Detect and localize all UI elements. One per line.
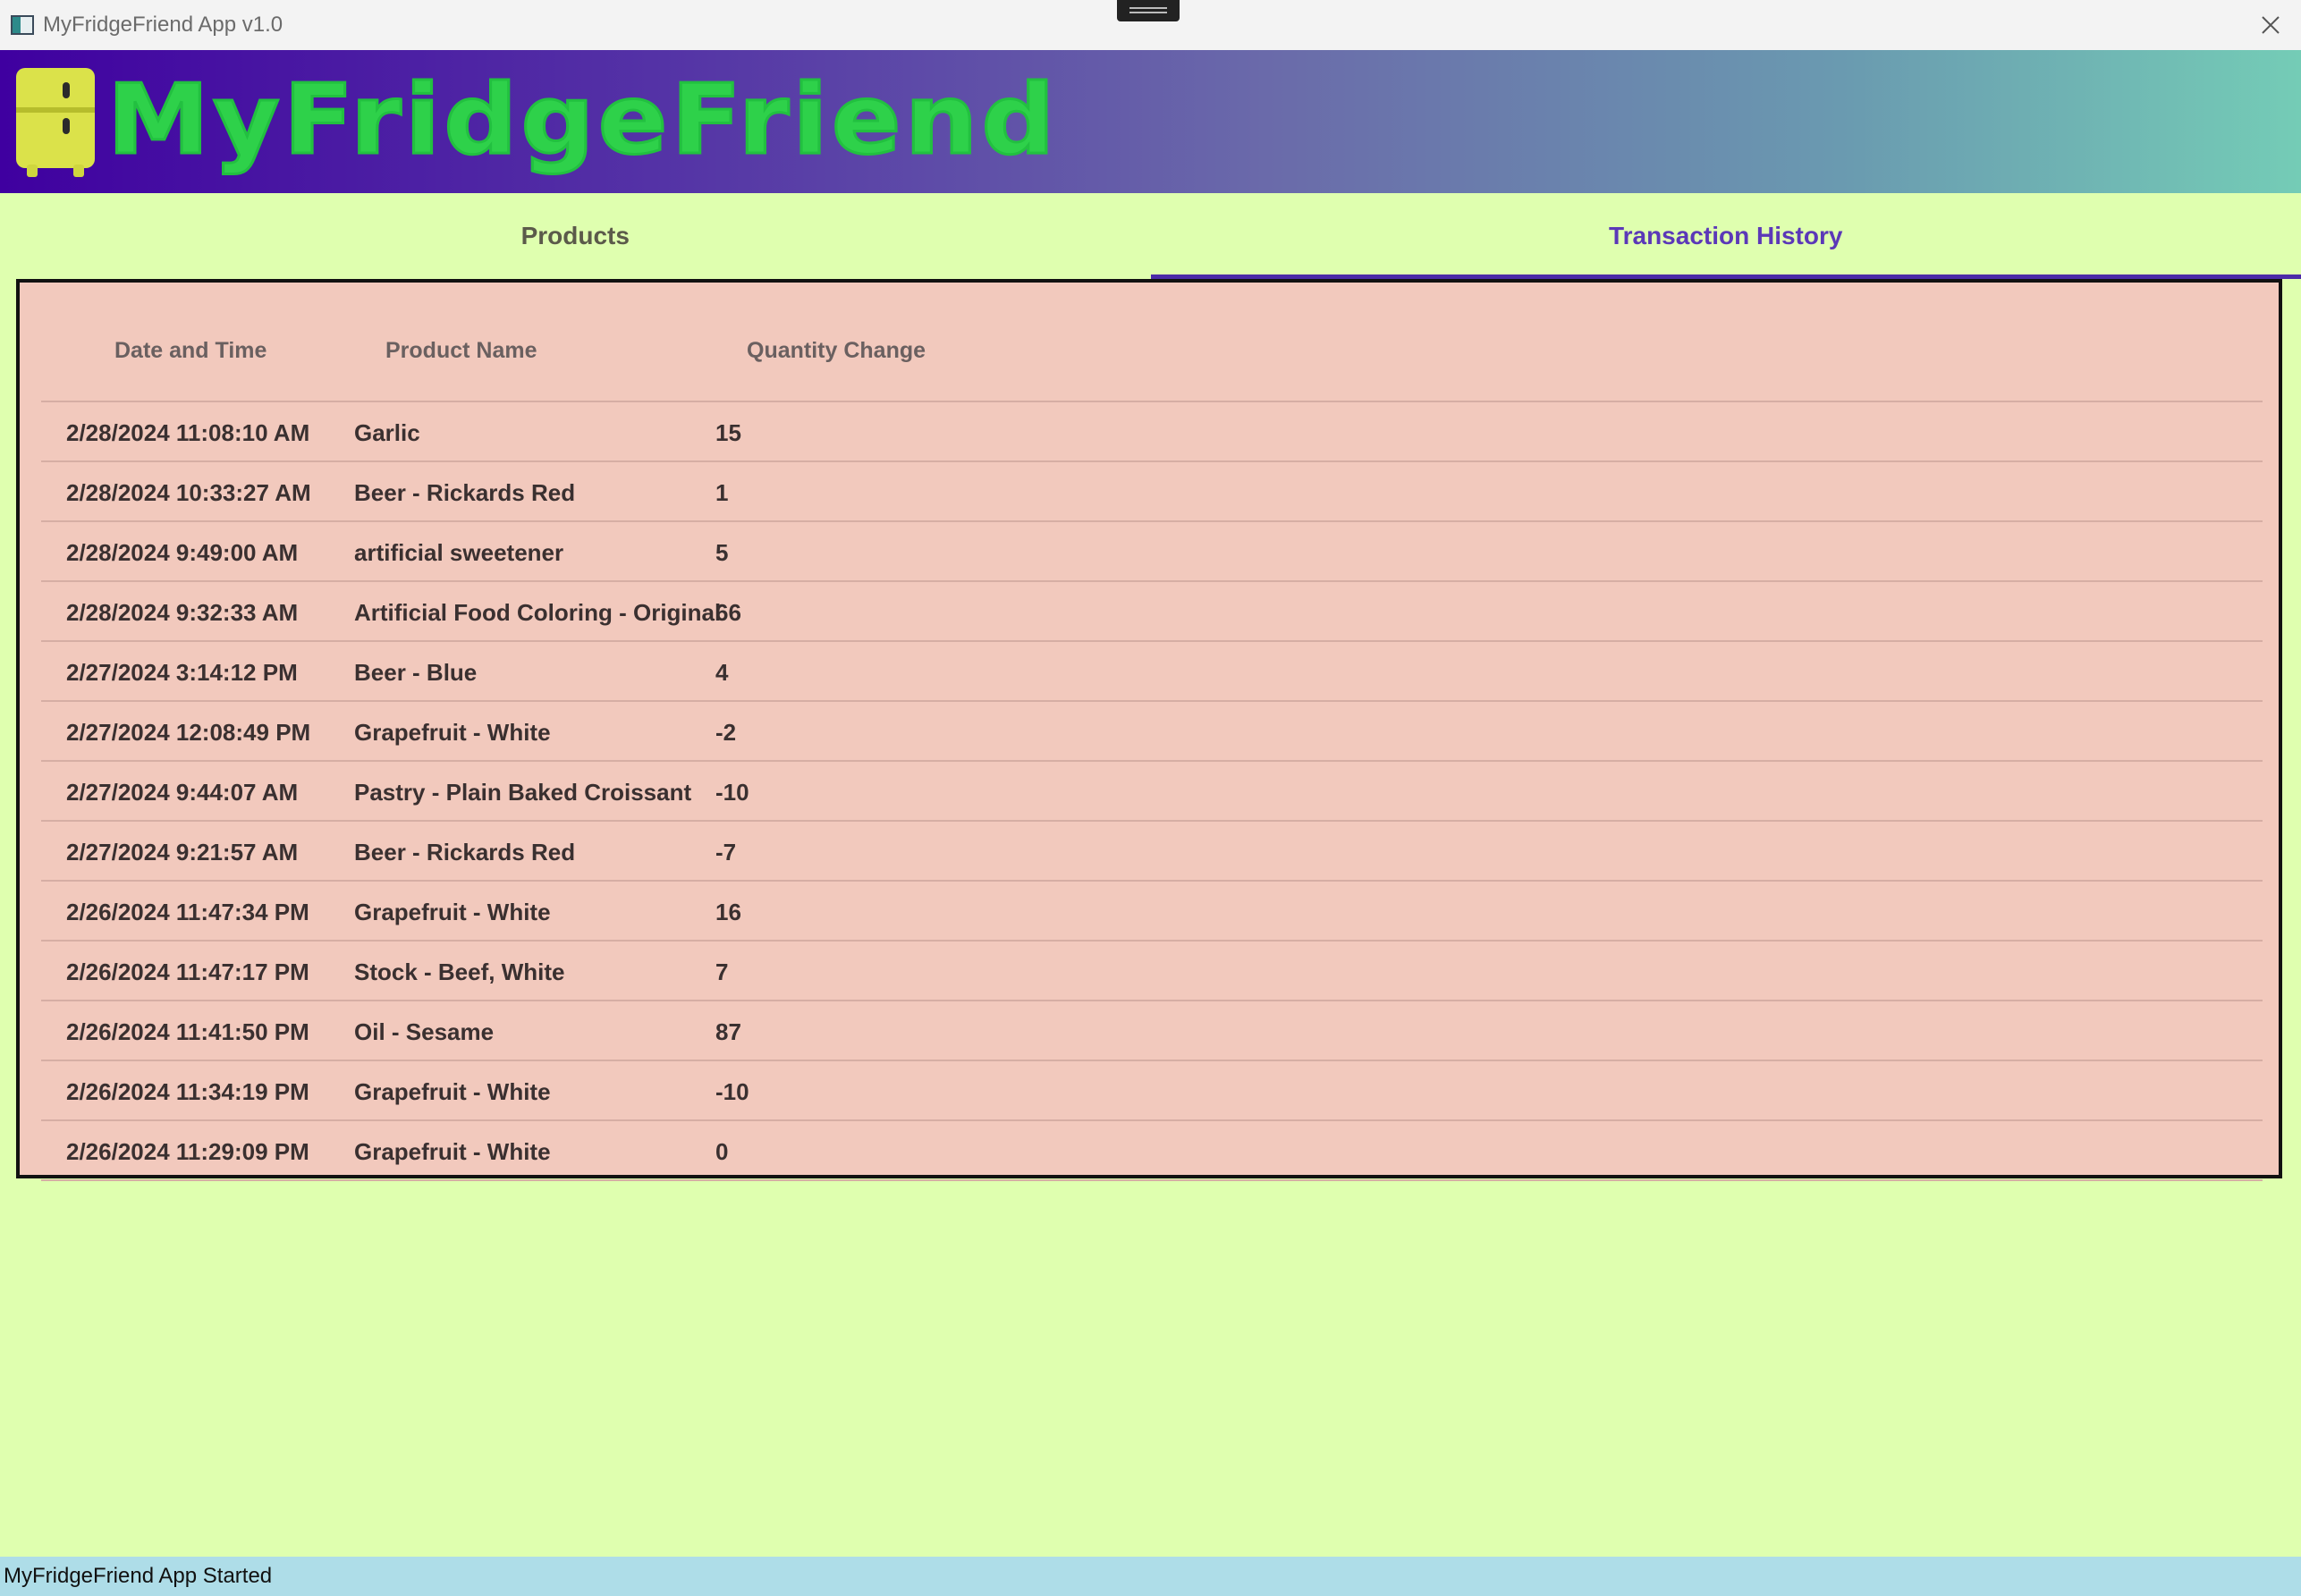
- table-row[interactable]: 2/27/2024 9:21:57 AM Beer - Rickards Red -…: [41, 822, 2263, 882]
- title-bar: MyFridgeFriend App v1.0: [0, 0, 2301, 50]
- cell-quantity: 5: [715, 539, 729, 566]
- cell-quantity: -10: [715, 1078, 749, 1105]
- cell-date: 2/27/2024 12:08:49 PM: [66, 719, 311, 746]
- cell-date: 2/26/2024 11:41:50 PM: [66, 1018, 309, 1045]
- cell-product: Pastry - Plain Baked Croissant: [354, 779, 692, 806]
- cell-date: 2/27/2024 3:14:12 PM: [66, 659, 298, 686]
- app-banner: MyFridgeFriend: [0, 50, 2301, 193]
- cell-product: Grapefruit - White: [354, 1078, 551, 1105]
- snap-layout-handle[interactable]: [1117, 0, 1180, 21]
- table-row[interactable]: 2/27/2024 12:08:49 PM Grapefruit - White -…: [41, 702, 2263, 762]
- table-row[interactable]: 2/26/2024 11:34:19 PM Grapefruit - White -…: [41, 1061, 2263, 1121]
- cell-product: artificial sweetener: [354, 539, 564, 566]
- window-title: MyFridgeFriend App v1.0: [43, 13, 283, 37]
- transaction-history-table: Date and Time Product Name Quantity Chan…: [16, 279, 2282, 1181]
- cell-product: Grapefruit - White: [354, 719, 551, 746]
- cell-quantity: 1: [715, 479, 729, 506]
- table-row[interactable]: 2/27/2024 9:44:07 AM Pastry - Plain Baked…: [41, 762, 2263, 822]
- cell-date: 2/28/2024 9:49:00 AM: [66, 539, 299, 566]
- cell-date: 2/28/2024 11:08:10 AM: [66, 419, 310, 446]
- fridge-icon: [16, 68, 95, 177]
- app-icon: [11, 15, 34, 35]
- cell-quantity: 7: [715, 958, 729, 985]
- close-button[interactable]: [2254, 9, 2287, 41]
- tab-bar: Products Transaction History: [0, 193, 2301, 279]
- cell-date: 2/26/2024 11:47:34 PM: [66, 899, 309, 925]
- cell-product: Beer - Rickards Red: [354, 479, 576, 506]
- cell-date: 2/28/2024 10:33:27 AM: [66, 479, 311, 506]
- cell-product: Beer - Blue: [354, 659, 478, 686]
- brand-title: MyFridgeFriend: [106, 63, 1059, 178]
- table-row[interactable]: 2/28/2024 10:33:27 AM Beer - Rickards Red…: [41, 462, 2263, 522]
- cell-quantity: 87: [715, 1018, 741, 1045]
- cell-product: Artificial Food Coloring - Original: [354, 599, 722, 626]
- tab-products[interactable]: Products: [0, 193, 1151, 279]
- cell-quantity: -10: [715, 779, 749, 806]
- cell-product: Grapefruit - White: [354, 899, 551, 925]
- column-header-product[interactable]: Product Name: [385, 338, 537, 364]
- tab-transaction-history[interactable]: Transaction History: [1150, 193, 2301, 279]
- table-row[interactable]: 2/26/2024 11:47:17 PM Stock - Beef, White…: [41, 942, 2263, 1001]
- table-row[interactable]: 2/28/2024 9:32:33 AM Artificial Food Colo…: [41, 582, 2263, 642]
- table-row[interactable]: 2/26/2024 11:47:34 PM Grapefruit - White 1…: [41, 882, 2263, 942]
- cell-quantity: 66: [715, 599, 741, 626]
- cell-product: Garlic: [354, 419, 420, 446]
- status-text: MyFridgeFriend App Started: [4, 1564, 273, 1588]
- table-row[interactable]: 2/26/2024 11:29:09 PM Grapefruit - White 0: [41, 1121, 2263, 1181]
- cell-product: Stock - Beef, White: [354, 958, 565, 985]
- cell-date: 2/26/2024 11:29:09 PM: [66, 1138, 309, 1165]
- cell-product: Beer - Rickards Red: [354, 839, 576, 866]
- cell-quantity: 0: [715, 1138, 729, 1165]
- cell-date: 2/28/2024 9:32:33 AM: [66, 599, 299, 626]
- cell-quantity: 15: [715, 419, 741, 446]
- table-row[interactable]: 2/28/2024 11:08:10 AM Garlic 15: [41, 402, 2263, 462]
- cell-date: 2/27/2024 9:21:57 AM: [66, 839, 299, 866]
- table-row[interactable]: 2/27/2024 3:14:12 PM Beer - Blue 4: [41, 642, 2263, 702]
- cell-quantity: 16: [715, 899, 741, 925]
- cell-date: 2/27/2024 9:44:07 AM: [66, 779, 299, 806]
- close-icon: [2262, 16, 2280, 34]
- status-bar: MyFridgeFriend App Started: [0, 1557, 2301, 1596]
- cell-quantity: -7: [715, 839, 737, 866]
- column-header-date[interactable]: Date and Time: [114, 338, 266, 364]
- table-body: 2/28/2024 11:08:10 AM Garlic 15 2/28/2024 1…: [41, 402, 2263, 1181]
- cell-product: Oil - Sesame: [354, 1018, 495, 1045]
- cell-date: 2/26/2024 11:34:19 PM: [66, 1078, 309, 1105]
- table-header: Date and Time Product Name Quantity Chan…: [41, 283, 2263, 402]
- cell-quantity: 4: [715, 659, 729, 686]
- table-row[interactable]: 2/28/2024 9:49:00 AM artificial sweetener…: [41, 522, 2263, 582]
- cell-quantity: -2: [715, 719, 737, 746]
- cell-product: Grapefruit - White: [354, 1138, 551, 1165]
- column-header-quantity[interactable]: Quantity Change: [747, 338, 926, 364]
- cell-date: 2/26/2024 11:47:17 PM: [66, 958, 309, 985]
- table-row[interactable]: 2/26/2024 11:41:50 PM Oil - Sesame 87: [41, 1001, 2263, 1061]
